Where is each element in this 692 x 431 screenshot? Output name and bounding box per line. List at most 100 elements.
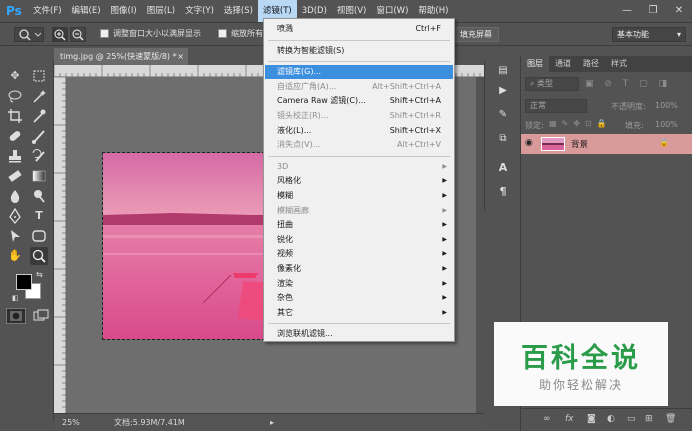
- filter-menu-item[interactable]: 渲染 ▶: [265, 277, 453, 291]
- menu-layer[interactable]: 图层(L): [142, 0, 180, 22]
- zoom-level-field[interactable]: 25%: [62, 414, 80, 431]
- new-group-icon[interactable]: ▭: [627, 414, 636, 424]
- layer-style-icon[interactable]: fx: [565, 414, 574, 424]
- filter-menu-item-label: 风格化: [277, 176, 301, 186]
- workspace-select[interactable]: 基本功能 ▾: [612, 27, 686, 42]
- status-menu-arrow-icon[interactable]: ▸: [270, 414, 274, 431]
- filter-menu-item[interactable]: 模糊 ▶: [265, 189, 453, 203]
- lock-icons[interactable]: ▦✎✥⊡🔒: [549, 119, 612, 128]
- minimize-button[interactable]: —: [614, 0, 640, 22]
- hand-tool-icon[interactable]: ✋: [6, 247, 24, 265]
- lasso-tool-icon[interactable]: [6, 87, 24, 105]
- path-selection-tool-icon[interactable]: [6, 227, 24, 245]
- filter-menu-item: 镜头校正(R)... Shift+Ctrl+R: [265, 109, 453, 123]
- quick-mask-button[interactable]: [6, 308, 26, 324]
- layer-row[interactable]: ◉ 背景 🔒: [521, 134, 692, 154]
- workspace-value: 基本功能: [617, 30, 649, 39]
- screen-mode-icon: [33, 309, 49, 321]
- brush-panel-icon[interactable]: ✎: [494, 109, 512, 125]
- menu-image[interactable]: 图像(I): [106, 0, 142, 22]
- close-tab-icon[interactable]: ×: [177, 48, 184, 65]
- dodge-tool-icon[interactable]: [30, 187, 48, 205]
- tab-styles[interactable]: 样式: [605, 56, 633, 72]
- zoom-tool-icon[interactable]: [30, 247, 48, 265]
- move-tool-icon[interactable]: ✥: [6, 67, 24, 85]
- submenu-arrow-icon: ▶: [442, 279, 447, 287]
- zoom-in-button[interactable]: [52, 27, 68, 42]
- visibility-eye-icon[interactable]: ◉: [525, 138, 533, 148]
- add-mask-icon[interactable]: ◙: [587, 414, 596, 424]
- submenu-arrow-icon: ▶: [442, 250, 447, 258]
- tab-channels[interactable]: 通道: [549, 56, 577, 72]
- filter-menu-item[interactable]: 喷溅 Ctrl+F: [265, 22, 453, 36]
- filter-menu-item-shortcut: Shift+Ctrl+R: [389, 111, 441, 120]
- filter-menu-item[interactable]: 转换为智能滤镜(S): [265, 44, 453, 58]
- tab-layers[interactable]: 图层: [521, 56, 549, 72]
- filter-menu-item[interactable]: 液化(L)... Shift+Ctrl+X: [265, 124, 453, 138]
- blend-mode-select[interactable]: 正常: [525, 99, 587, 113]
- adjustment-layer-icon[interactable]: ◐: [607, 414, 615, 424]
- lock-icon: 🔒: [659, 138, 669, 147]
- brush-tool-icon[interactable]: [30, 127, 48, 145]
- crop-tool-icon[interactable]: [6, 107, 24, 125]
- close-button[interactable]: ✕: [666, 0, 692, 22]
- tools-panel: ✥ T ✋ ⇆ ◧: [0, 61, 54, 421]
- filter-menu-item[interactable]: 扭曲 ▶: [265, 218, 453, 232]
- resize-windows-checkbox[interactable]: [100, 29, 109, 38]
- document-tab[interactable]: timg.jpg @ 25%(快速蒙版/8) * ×: [54, 48, 188, 65]
- filter-menu-item[interactable]: 像素化 ▶: [265, 262, 453, 276]
- filter-menu-item-label: 模糊画廊: [277, 205, 309, 215]
- filter-menu-item[interactable]: Camera Raw 滤镜(C)... Shift+Ctrl+A: [265, 94, 453, 108]
- swap-colors-icon[interactable]: ⇆: [36, 270, 43, 279]
- history-brush-tool-icon[interactable]: [30, 147, 48, 165]
- healing-brush-tool-icon[interactable]: [6, 127, 24, 145]
- filter-menu-item[interactable]: 浏览联机滤镜...: [265, 327, 453, 341]
- blur-tool-icon[interactable]: [6, 187, 24, 205]
- tab-paths[interactable]: 路径: [577, 56, 605, 72]
- pen-tool-icon[interactable]: [6, 207, 24, 225]
- new-layer-icon[interactable]: ⊞: [645, 414, 653, 424]
- search-icon: ⌕: [530, 79, 538, 88]
- submenu-arrow-icon: ▶: [442, 162, 447, 170]
- type-tool-icon[interactable]: T: [30, 207, 48, 225]
- magic-wand-tool-icon[interactable]: [30, 87, 48, 105]
- menu-file[interactable]: 文件(F): [28, 0, 67, 22]
- filter-menu-item[interactable]: 滤镜库(G)...: [265, 65, 453, 80]
- foreground-color-swatch[interactable]: [16, 274, 32, 290]
- menu-edit[interactable]: 编辑(E): [67, 0, 106, 22]
- default-colors-icon[interactable]: ◧: [12, 294, 19, 302]
- character-panel-icon[interactable]: A: [494, 161, 512, 177]
- screen-mode-button[interactable]: [32, 308, 50, 324]
- filter-menu-item[interactable]: 杂色 ▶: [265, 291, 453, 305]
- menu-select[interactable]: 选择(S): [219, 0, 258, 22]
- fill-value[interactable]: 100%: [655, 120, 678, 129]
- layer-filter-icons[interactable]: ▣ ⊘ T ▢ ◨: [585, 79, 671, 89]
- link-layers-icon[interactable]: ∞: [543, 414, 551, 424]
- zoom-tool-preset[interactable]: [14, 27, 44, 42]
- layer-filter-select[interactable]: ⌕ 类型: [525, 77, 579, 91]
- eraser-tool-icon[interactable]: [6, 167, 24, 185]
- zoom-all-checkbox[interactable]: [218, 29, 227, 38]
- menu-type[interactable]: 文字(Y): [180, 0, 219, 22]
- eyedropper-tool-icon[interactable]: [30, 107, 48, 125]
- restore-button[interactable]: ❐: [640, 0, 666, 22]
- layer-thumbnail: [541, 137, 565, 151]
- filter-menu-item-shortcut: Alt+Shift+Ctrl+A: [372, 81, 441, 91]
- shape-tool-icon[interactable]: [30, 227, 48, 245]
- filter-menu-item[interactable]: 锐化 ▶: [265, 233, 453, 247]
- clone-source-panel-icon[interactable]: ⧉: [494, 133, 512, 149]
- paragraph-panel-icon[interactable]: ¶: [494, 185, 512, 201]
- delete-layer-icon[interactable]: 🗑: [665, 414, 676, 424]
- filter-menu-item[interactable]: 其它 ▶: [265, 306, 453, 320]
- zoom-out-button[interactable]: [70, 27, 86, 42]
- clone-stamp-tool-icon[interactable]: [6, 147, 24, 165]
- marquee-tool-icon[interactable]: [30, 67, 48, 85]
- filter-menu-item[interactable]: 视频 ▶: [265, 247, 453, 261]
- filter-menu-item-label: 模糊: [277, 191, 293, 200]
- actions-panel-icon[interactable]: ▶: [494, 85, 512, 101]
- filter-menu-item[interactable]: 风格化 ▶: [265, 174, 453, 188]
- fill-screen-button[interactable]: 填充屏幕: [453, 27, 499, 42]
- opacity-value[interactable]: 100%: [655, 101, 678, 110]
- history-panel-icon[interactable]: ▤: [494, 65, 512, 81]
- gradient-tool-icon[interactable]: [30, 167, 48, 185]
